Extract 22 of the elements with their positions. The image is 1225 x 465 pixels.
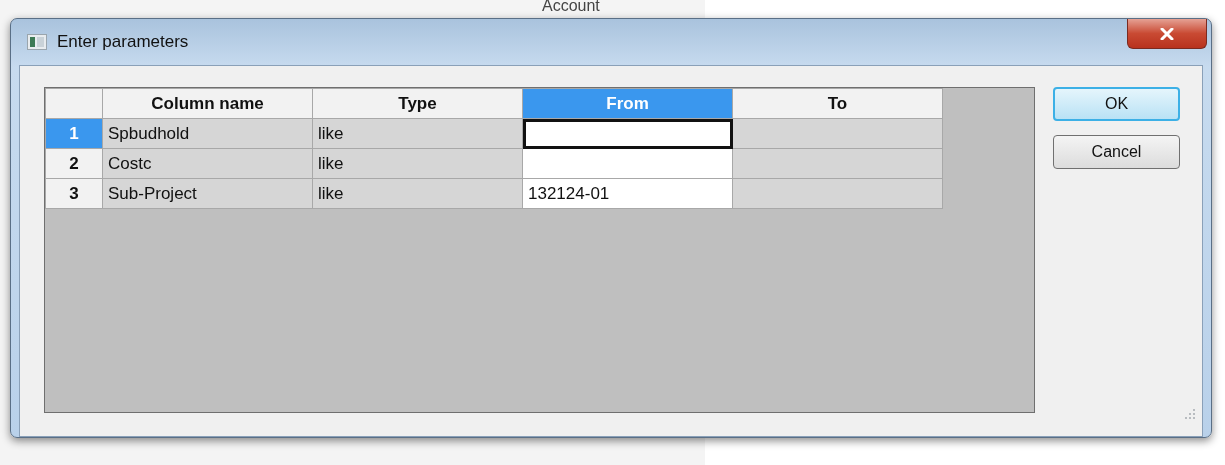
row-header[interactable]: 3 [45, 178, 103, 209]
row-header[interactable]: 2 [45, 148, 103, 179]
background-label: Account [542, 0, 600, 16]
table-cell: Spbudhold [102, 118, 313, 149]
table-cell: Costc [102, 148, 313, 179]
column-header[interactable]: Column name [102, 88, 313, 119]
cancel-button[interactable]: Cancel [1053, 135, 1180, 169]
table-cell[interactable] [522, 148, 733, 179]
table-cell: like [312, 178, 523, 209]
table-cell[interactable]: 132124-01 [522, 178, 733, 209]
window-icon [27, 34, 47, 50]
close-button[interactable] [1127, 19, 1207, 49]
close-icon [1160, 27, 1174, 40]
table-cell: Sub-Project [102, 178, 313, 209]
table-cell: like [312, 118, 523, 149]
resize-grip-icon [1185, 409, 1195, 419]
column-header[interactable]: To [732, 88, 943, 119]
table-cell[interactable] [522, 118, 733, 149]
ok-button[interactable]: OK [1053, 87, 1180, 121]
table-cell: like [312, 148, 523, 179]
column-header[interactable]: Type [312, 88, 523, 119]
window-title: Enter parameters [57, 32, 189, 52]
